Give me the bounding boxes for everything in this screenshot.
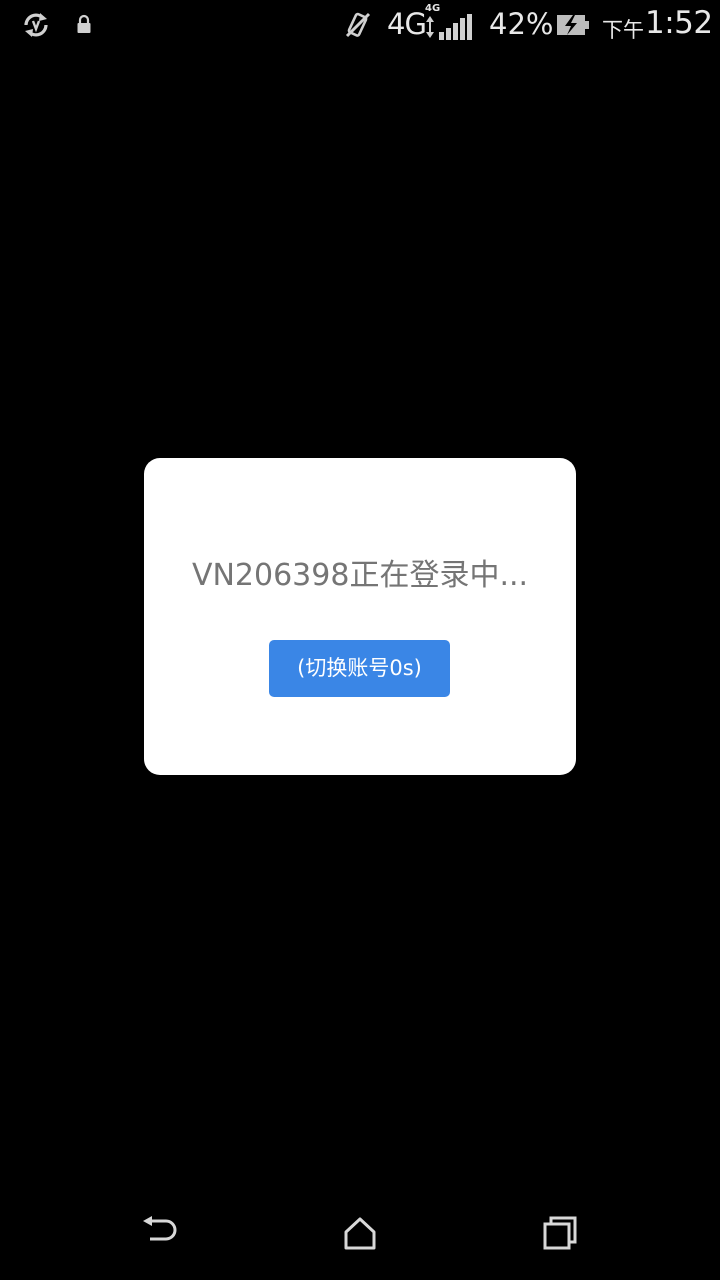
recent-apps-button[interactable] <box>500 1186 620 1280</box>
battery-percent-label: 42% <box>489 7 554 41</box>
status-bar: 4G 4G 42% 下午 1:52 <box>0 0 720 50</box>
recent-apps-icon <box>543 1216 577 1250</box>
home-button[interactable] <box>300 1186 420 1280</box>
clock-time: 1:52 <box>645 5 713 41</box>
signal-icon <box>426 14 472 40</box>
mute-icon <box>345 12 371 38</box>
login-status-message: VN206398正在登录中... <box>191 558 529 593</box>
navigation-bar <box>0 1186 720 1280</box>
back-icon <box>143 1216 177 1241</box>
sync-icon <box>24 13 48 37</box>
back-button[interactable] <box>100 1186 220 1280</box>
time-period-label: 下午 <box>602 18 644 42</box>
network-type-label: 4G <box>387 7 427 41</box>
network-type-secondary-label: 4G <box>425 3 441 14</box>
lock-icon <box>77 14 91 33</box>
switch-account-button[interactable]: (切换账号0s) <box>269 640 450 697</box>
battery-charging-icon <box>557 15 589 35</box>
login-dialog: VN206398正在登录中... (切换账号0s) <box>144 458 576 775</box>
home-icon <box>344 1217 376 1250</box>
